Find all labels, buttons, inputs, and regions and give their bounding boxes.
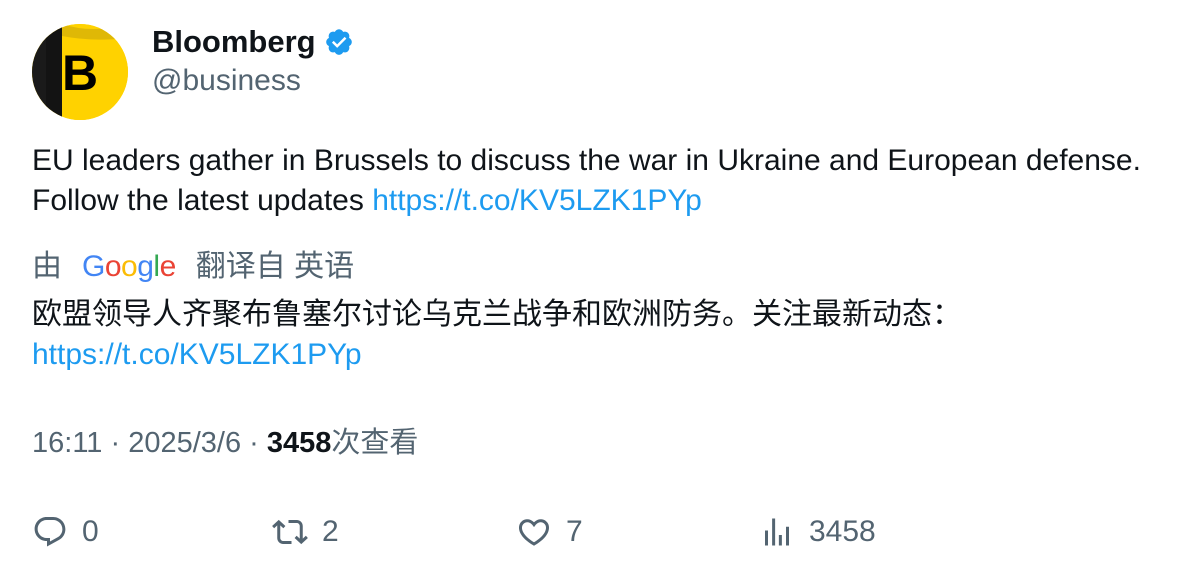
translated-body: 欧盟领导人齐聚布鲁塞尔讨论乌克兰战争和欧洲防务。关注最新动态： (32, 298, 962, 331)
views-action-count: 3458 (809, 515, 876, 548)
like-count: 7 (566, 515, 583, 548)
reply-count: 0 (82, 515, 99, 548)
translated-text: 欧盟领导人齐聚布鲁塞尔讨论乌克兰战争和欧洲防务。关注最新动态： https://… (32, 295, 1162, 375)
views-button[interactable]: 3458 (759, 510, 876, 554)
reply-button[interactable]: 0 (32, 510, 99, 554)
heart-icon (518, 519, 550, 546)
tweet-date[interactable]: 2025/3/6 (128, 427, 241, 459)
author-handle[interactable]: @business (152, 62, 301, 100)
google-logo: Google (82, 250, 176, 283)
author-display-name[interactable]: Bloomberg (152, 22, 316, 62)
like-button[interactable]: 7 (516, 510, 583, 554)
reply-icon (34, 517, 66, 547)
retweet-count: 2 (322, 515, 339, 548)
tweet-meta: 16:11 · 2025/3/6 · 3458次查看 (32, 424, 418, 462)
retweet-icon (272, 519, 308, 545)
meta-separator: · (249, 427, 259, 459)
translated-link[interactable]: https://t.co/KV5LZK1PYp (32, 338, 362, 371)
meta-separator: · (110, 427, 121, 459)
translation-source-language: 翻译自 英语 (195, 250, 355, 283)
bar-chart-icon (765, 518, 789, 546)
action-bar: 0 2 7 3458 (32, 510, 1162, 554)
views-label: 次查看 (331, 427, 419, 459)
avatar-letter: B (62, 45, 98, 101)
avatar[interactable]: B (32, 24, 128, 120)
bloomberg-logo-icon: B (32, 24, 128, 120)
verified-badge-icon (325, 29, 352, 55)
retweet-button[interactable]: 2 (272, 510, 339, 554)
translation-prefix: 由 (32, 250, 62, 283)
tweet-link[interactable]: https://t.co/KV5LZK1PYp (372, 184, 702, 217)
views-count: 3458 (266, 427, 332, 459)
tweet-time[interactable]: 16:11 (32, 427, 102, 459)
translation-attribution: 由 Google 翻译自 英语 (32, 248, 354, 286)
tweet-text: EU leaders gather in Brussels to discuss… (32, 141, 1152, 221)
author-name-row[interactable]: Bloomberg (152, 22, 354, 62)
